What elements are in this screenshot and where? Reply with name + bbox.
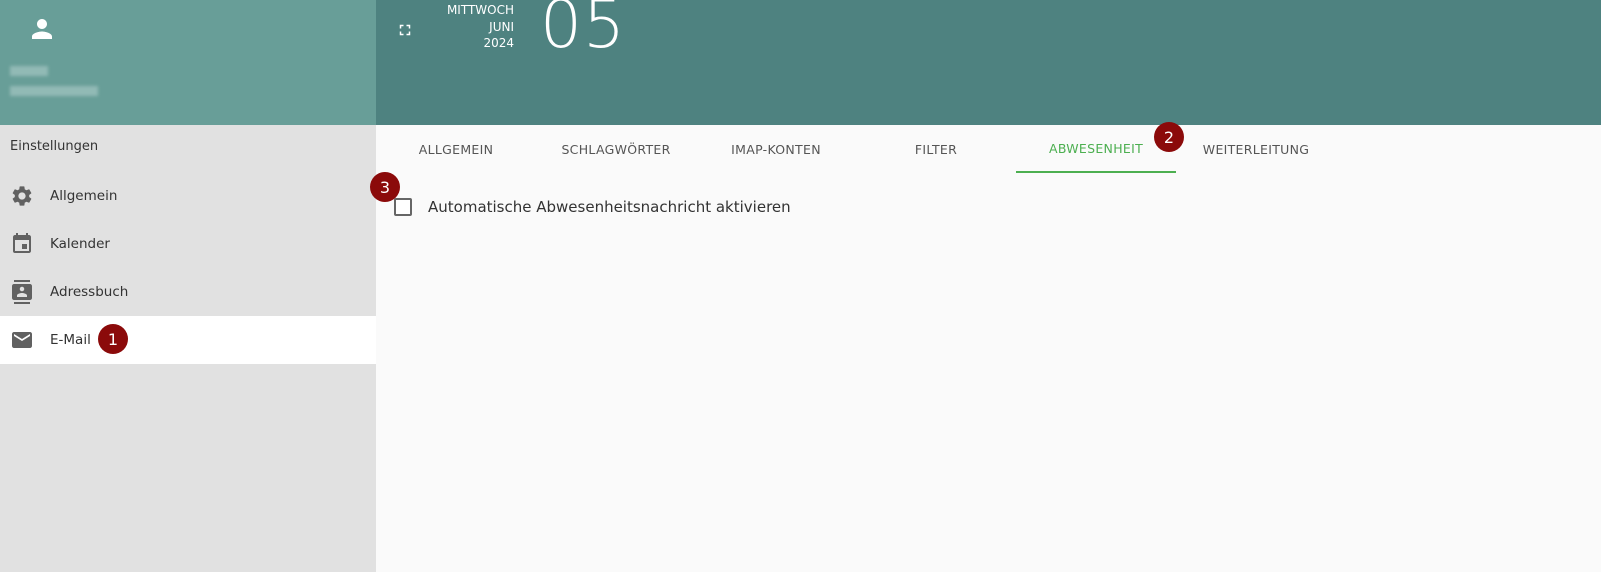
auto-reply-label[interactable]: Automatische Abwesenheitsnachricht aktiv… [428,198,791,216]
contacts-icon [10,280,34,304]
date-text: MITTWOCH JUNI 2024 [436,2,514,52]
settings-sidebar: Einstellungen Allgemein Kalender Adressb… [0,125,376,572]
annotation-badge-1: 1 [98,324,128,354]
auto-reply-row: Automatische Abwesenheitsnachricht aktiv… [394,198,791,216]
day-number: 05 [540,0,626,63]
user-avatar-icon [32,19,52,39]
sidebar-item-label: Adressbuch [50,284,129,300]
month: JUNI [489,19,514,34]
user-name-blurred [10,66,48,76]
sidebar-item-label: Kalender [50,236,110,252]
fullscreen-icon[interactable] [396,21,414,39]
year: 2024 [483,36,514,50]
calendar-icon [10,232,34,256]
sidebar-title: Einstellungen [10,139,99,154]
tab-allgemein[interactable]: ALLGEMEIN [376,125,536,173]
sidebar-item-email[interactable]: E-Mail [0,316,376,364]
weekday: MITTWOCH [446,3,514,17]
auto-reply-checkbox[interactable] [394,198,412,216]
gear-icon [10,184,34,208]
tab-filter[interactable]: FILTER [856,125,1016,173]
sidebar-item-allgemein[interactable]: Allgemein [0,172,376,220]
user-email-blurred [10,86,98,96]
annotation-badge-2: 2 [1154,122,1184,152]
annotation-badge-3: 3 [370,172,400,202]
sidebar-item-adressbuch[interactable]: Adressbuch [0,268,376,316]
user-header [0,0,376,125]
mail-icon [10,328,34,352]
tab-imap-konten[interactable]: IMAP-KONTEN [696,125,856,173]
tab-abwesenheit[interactable]: ABWESENHEIT [1016,125,1176,173]
tab-schlagwoerter[interactable]: SCHLAGWÖRTER [536,125,696,173]
tab-weiterleitung[interactable]: WEITERLEITUNG [1176,125,1336,173]
sidebar-item-label: E-Mail [50,332,91,348]
settings-tabs: ALLGEMEIN SCHLAGWÖRTER IMAP-KONTEN FILTE… [376,125,1601,173]
top-bar: MITTWOCH JUNI 2024 05 [376,0,1601,125]
sidebar-item-kalender[interactable]: Kalender [0,220,376,268]
sidebar-item-label: Allgemein [50,188,118,204]
